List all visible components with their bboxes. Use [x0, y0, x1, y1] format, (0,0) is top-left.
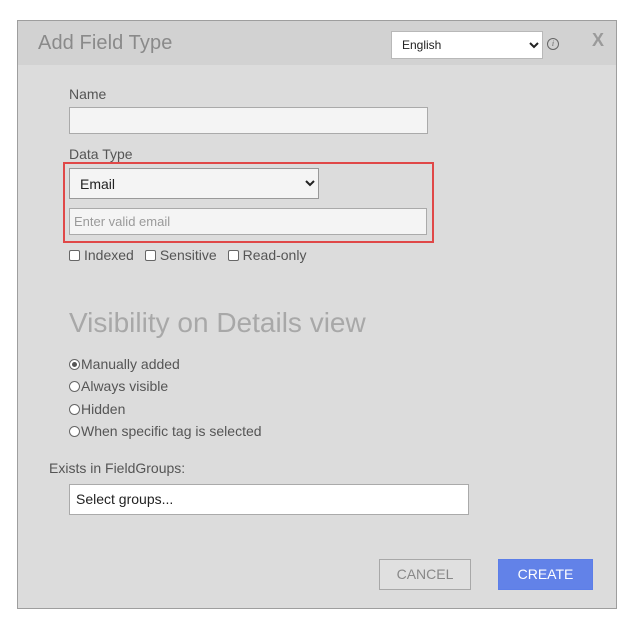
- radio-hidden[interactable]: Hidden: [69, 401, 125, 417]
- close-icon[interactable]: X: [592, 30, 604, 51]
- field-groups-label: Exists in FieldGroups:: [49, 460, 186, 476]
- language-select[interactable]: English: [391, 31, 543, 59]
- radio-manually-added[interactable]: Manually added: [69, 356, 180, 372]
- read-only-checkbox[interactable]: Read-only: [227, 247, 307, 263]
- radio-label: Always visible: [81, 378, 169, 394]
- field-groups-select[interactable]: Select groups...: [69, 484, 469, 515]
- checkbox-label: Read-only: [242, 247, 307, 263]
- checkbox-box[interactable]: [227, 249, 239, 261]
- name-input[interactable]: [69, 107, 428, 134]
- indexed-checkbox[interactable]: Indexed: [69, 247, 134, 263]
- radio-specific-tag[interactable]: When specific tag is selected: [69, 423, 262, 439]
- data-type-label: Data Type: [69, 146, 133, 162]
- sensitive-checkbox[interactable]: Sensitive: [144, 247, 217, 263]
- dialog-title: Add Field Type: [38, 32, 173, 54]
- checkbox-label: Indexed: [84, 247, 134, 263]
- info-icon[interactable]: i: [547, 38, 559, 50]
- radio-always-visible[interactable]: Always visible: [69, 378, 168, 394]
- radio-button[interactable]: [69, 425, 80, 437]
- add-field-type-dialog: Add Field Type English i X Name Data Typ…: [17, 20, 617, 609]
- checkbox-box[interactable]: [69, 249, 80, 261]
- visibility-heading: Visibility on Details view: [69, 307, 366, 338]
- radio-label: Manually added: [81, 356, 180, 372]
- name-label: Name: [69, 86, 107, 102]
- cancel-button[interactable]: CANCEL: [379, 559, 471, 590]
- checkbox-label: Sensitive: [159, 247, 217, 263]
- radio-button[interactable]: [69, 403, 80, 415]
- radio-button[interactable]: [69, 358, 80, 370]
- email-input[interactable]: [69, 208, 427, 235]
- radio-button[interactable]: [69, 380, 80, 392]
- field-options: Indexed Sensitive Read-only: [69, 247, 317, 263]
- radio-label: Hidden: [81, 401, 126, 417]
- create-button[interactable]: CREATE: [498, 559, 593, 590]
- checkbox-box[interactable]: [144, 249, 156, 261]
- data-type-select[interactable]: Email: [69, 168, 319, 199]
- dialog-titlebar: Add Field Type English i X: [18, 21, 616, 65]
- radio-label: When specific tag is selected: [81, 423, 262, 439]
